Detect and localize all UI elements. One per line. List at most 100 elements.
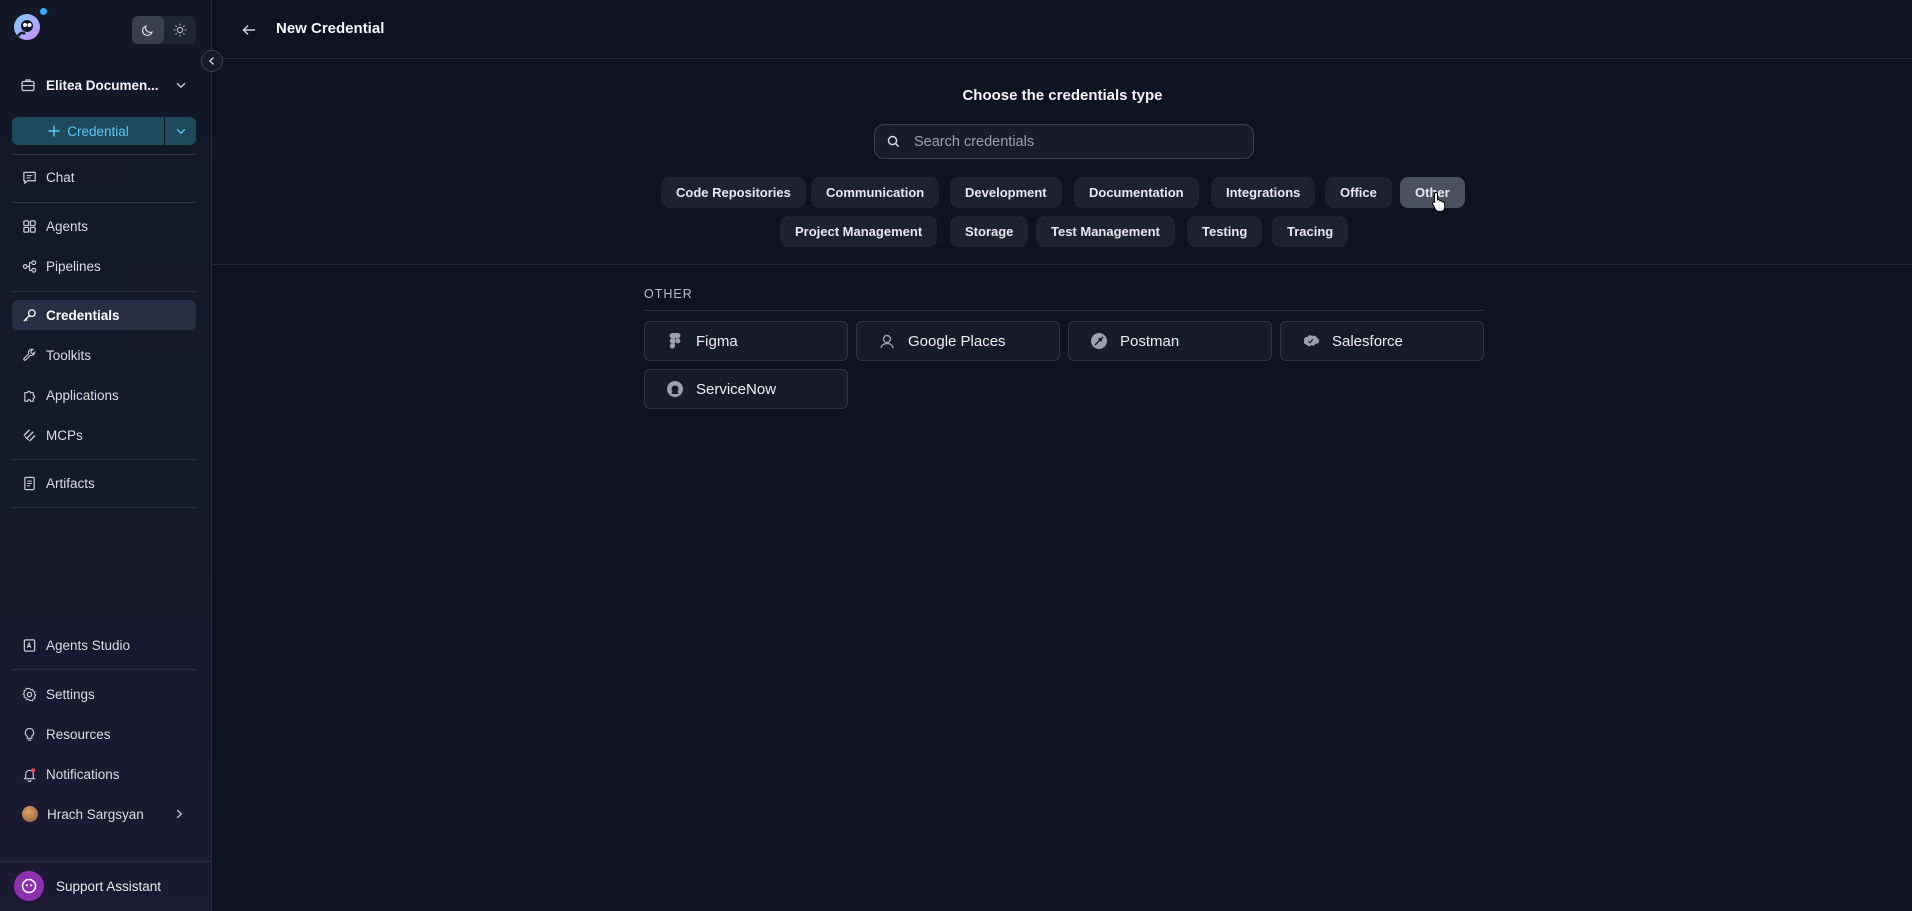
category-chip-office[interactable]: Office <box>1325 177 1392 208</box>
credential-card-servicenow[interactable]: ServiceNow <box>644 369 848 409</box>
sidebar-item-resources[interactable]: Resources <box>12 719 196 749</box>
category-chip-test-management[interactable]: Test Management <box>1036 216 1175 247</box>
page-header: New Credential <box>213 0 1912 59</box>
category-chip-development[interactable]: Development <box>950 177 1062 208</box>
divider <box>0 861 212 862</box>
category-chip-integrations[interactable]: Integrations <box>1211 177 1316 208</box>
credential-card-salesforce[interactable]: Salesforce <box>1280 321 1484 361</box>
sidebar-item-label: Toolkits <box>46 347 92 363</box>
credential-card-figma[interactable]: Figma <box>644 321 848 361</box>
elitea-logo[interactable] <box>12 8 47 42</box>
plus-icon <box>48 125 60 137</box>
search-input[interactable] <box>914 133 1214 150</box>
key-icon <box>23 308 36 322</box>
logo-icon <box>14 14 40 40</box>
divider <box>12 507 196 508</box>
sidebar-item-label: Credentials <box>46 307 120 323</box>
category-chip-documentation[interactable]: Documentation <box>1074 177 1199 208</box>
salesforce-icon <box>1302 332 1320 350</box>
chevron-down-icon <box>176 82 186 89</box>
search-field <box>874 124 1254 159</box>
sidebar-item-toolkits[interactable]: Toolkits <box>12 340 196 370</box>
category-chip-tracing[interactable]: Tracing <box>1272 216 1349 247</box>
figma-icon <box>666 332 684 350</box>
mcp-icon <box>23 428 36 442</box>
user-name: Hrach Sargsyan <box>47 806 144 822</box>
sidebar-item-label: Agents Studio <box>46 637 131 653</box>
create-button-label: Credential <box>67 123 129 139</box>
divider <box>12 154 196 155</box>
project-name: Elitea Documen... <box>46 77 159 93</box>
user-profile[interactable]: Hrach Sargsyan <box>12 799 196 829</box>
credential-label: Postman <box>1120 332 1180 350</box>
arrow-left-icon <box>242 24 255 36</box>
category-chip-project-management[interactable]: Project Management <box>780 216 938 247</box>
puzzle-icon <box>24 390 36 402</box>
support-label: Support Assistant <box>56 878 162 894</box>
collapse-sidebar-button[interactable] <box>201 50 223 72</box>
lightbulb-icon <box>24 727 35 741</box>
chevron-left-icon <box>209 57 214 65</box>
create-dropdown-button[interactable] <box>164 117 196 145</box>
page-title: New Credential <box>276 20 385 37</box>
credential-card-google-places[interactable]: Google Places <box>856 321 1060 361</box>
sidebar-item-mcps[interactable]: MCPs <box>12 420 196 450</box>
category-chip-communication[interactable]: Communication <box>811 177 940 208</box>
briefcase-icon <box>21 79 35 92</box>
sidebar-item-chat[interactable]: Chat <box>12 162 196 192</box>
wrench-icon <box>23 348 36 361</box>
search-icon <box>887 135 900 148</box>
sidebar: Elitea Documen... Credential Chat Agents… <box>0 0 212 911</box>
divider <box>12 202 196 203</box>
divider <box>644 310 1484 311</box>
category-chip-testing[interactable]: Testing <box>1187 216 1263 247</box>
sidebar-item-artifacts[interactable]: Artifacts <box>12 468 196 498</box>
sun-icon <box>173 23 187 37</box>
google-places-icon <box>878 332 896 350</box>
sidebar-item-credentials[interactable]: Credentials <box>12 300 196 330</box>
section-label: OTHER <box>644 287 693 301</box>
category-chip-code-repositories[interactable]: Code Repositories <box>661 177 806 208</box>
sidebar-item-applications[interactable]: Applications <box>12 380 196 410</box>
chat-icon <box>23 171 36 184</box>
sidebar-item-label: Artifacts <box>46 475 95 491</box>
moon-icon <box>142 25 153 36</box>
dark-mode-button[interactable] <box>132 16 164 44</box>
light-mode-button[interactable] <box>164 16 196 44</box>
bot-icon <box>14 871 44 901</box>
support-assistant-button[interactable]: Support Assistant <box>14 871 161 901</box>
sidebar-item-label: MCPs <box>46 427 83 443</box>
back-button[interactable] <box>239 20 259 40</box>
bell-icon <box>23 767 36 782</box>
credential-label: Salesforce <box>1332 332 1403 350</box>
category-chip-storage[interactable]: Storage <box>950 216 1029 247</box>
grid-icon <box>23 219 36 233</box>
notification-dot <box>40 8 47 15</box>
sidebar-item-agents[interactable]: Agents <box>12 211 196 241</box>
chevron-right-icon <box>176 809 183 819</box>
servicenow-icon <box>666 380 684 398</box>
credential-card-postman[interactable]: Postman <box>1068 321 1272 361</box>
create-split-button: Credential <box>12 117 196 145</box>
postman-icon <box>1090 332 1108 350</box>
divider <box>213 264 1912 265</box>
chevron-down-icon <box>176 128 185 135</box>
divider <box>12 291 196 292</box>
hand-cursor-icon <box>1431 191 1446 212</box>
credential-label: Figma <box>696 332 738 350</box>
sidebar-item-settings[interactable]: Settings <box>12 679 196 709</box>
sidebar-item-pipelines[interactable]: Pipelines <box>12 251 196 281</box>
studio-icon <box>23 638 36 652</box>
credential-label: ServiceNow <box>696 380 777 398</box>
avatar <box>22 806 38 822</box>
pipeline-icon <box>22 259 37 273</box>
sidebar-item-agents-studio[interactable]: Agents Studio <box>12 630 196 660</box>
sidebar-item-label: Settings <box>46 686 95 702</box>
sidebar-item-notifications[interactable]: Notifications <box>12 759 196 789</box>
project-selector[interactable]: Elitea Documen... <box>12 70 198 100</box>
gear-icon <box>22 687 37 701</box>
credential-label: Google Places <box>908 332 1006 350</box>
sidebar-item-label: Agents <box>46 218 89 234</box>
theme-toggle <box>132 16 196 44</box>
create-credential-button[interactable]: Credential <box>12 117 164 145</box>
